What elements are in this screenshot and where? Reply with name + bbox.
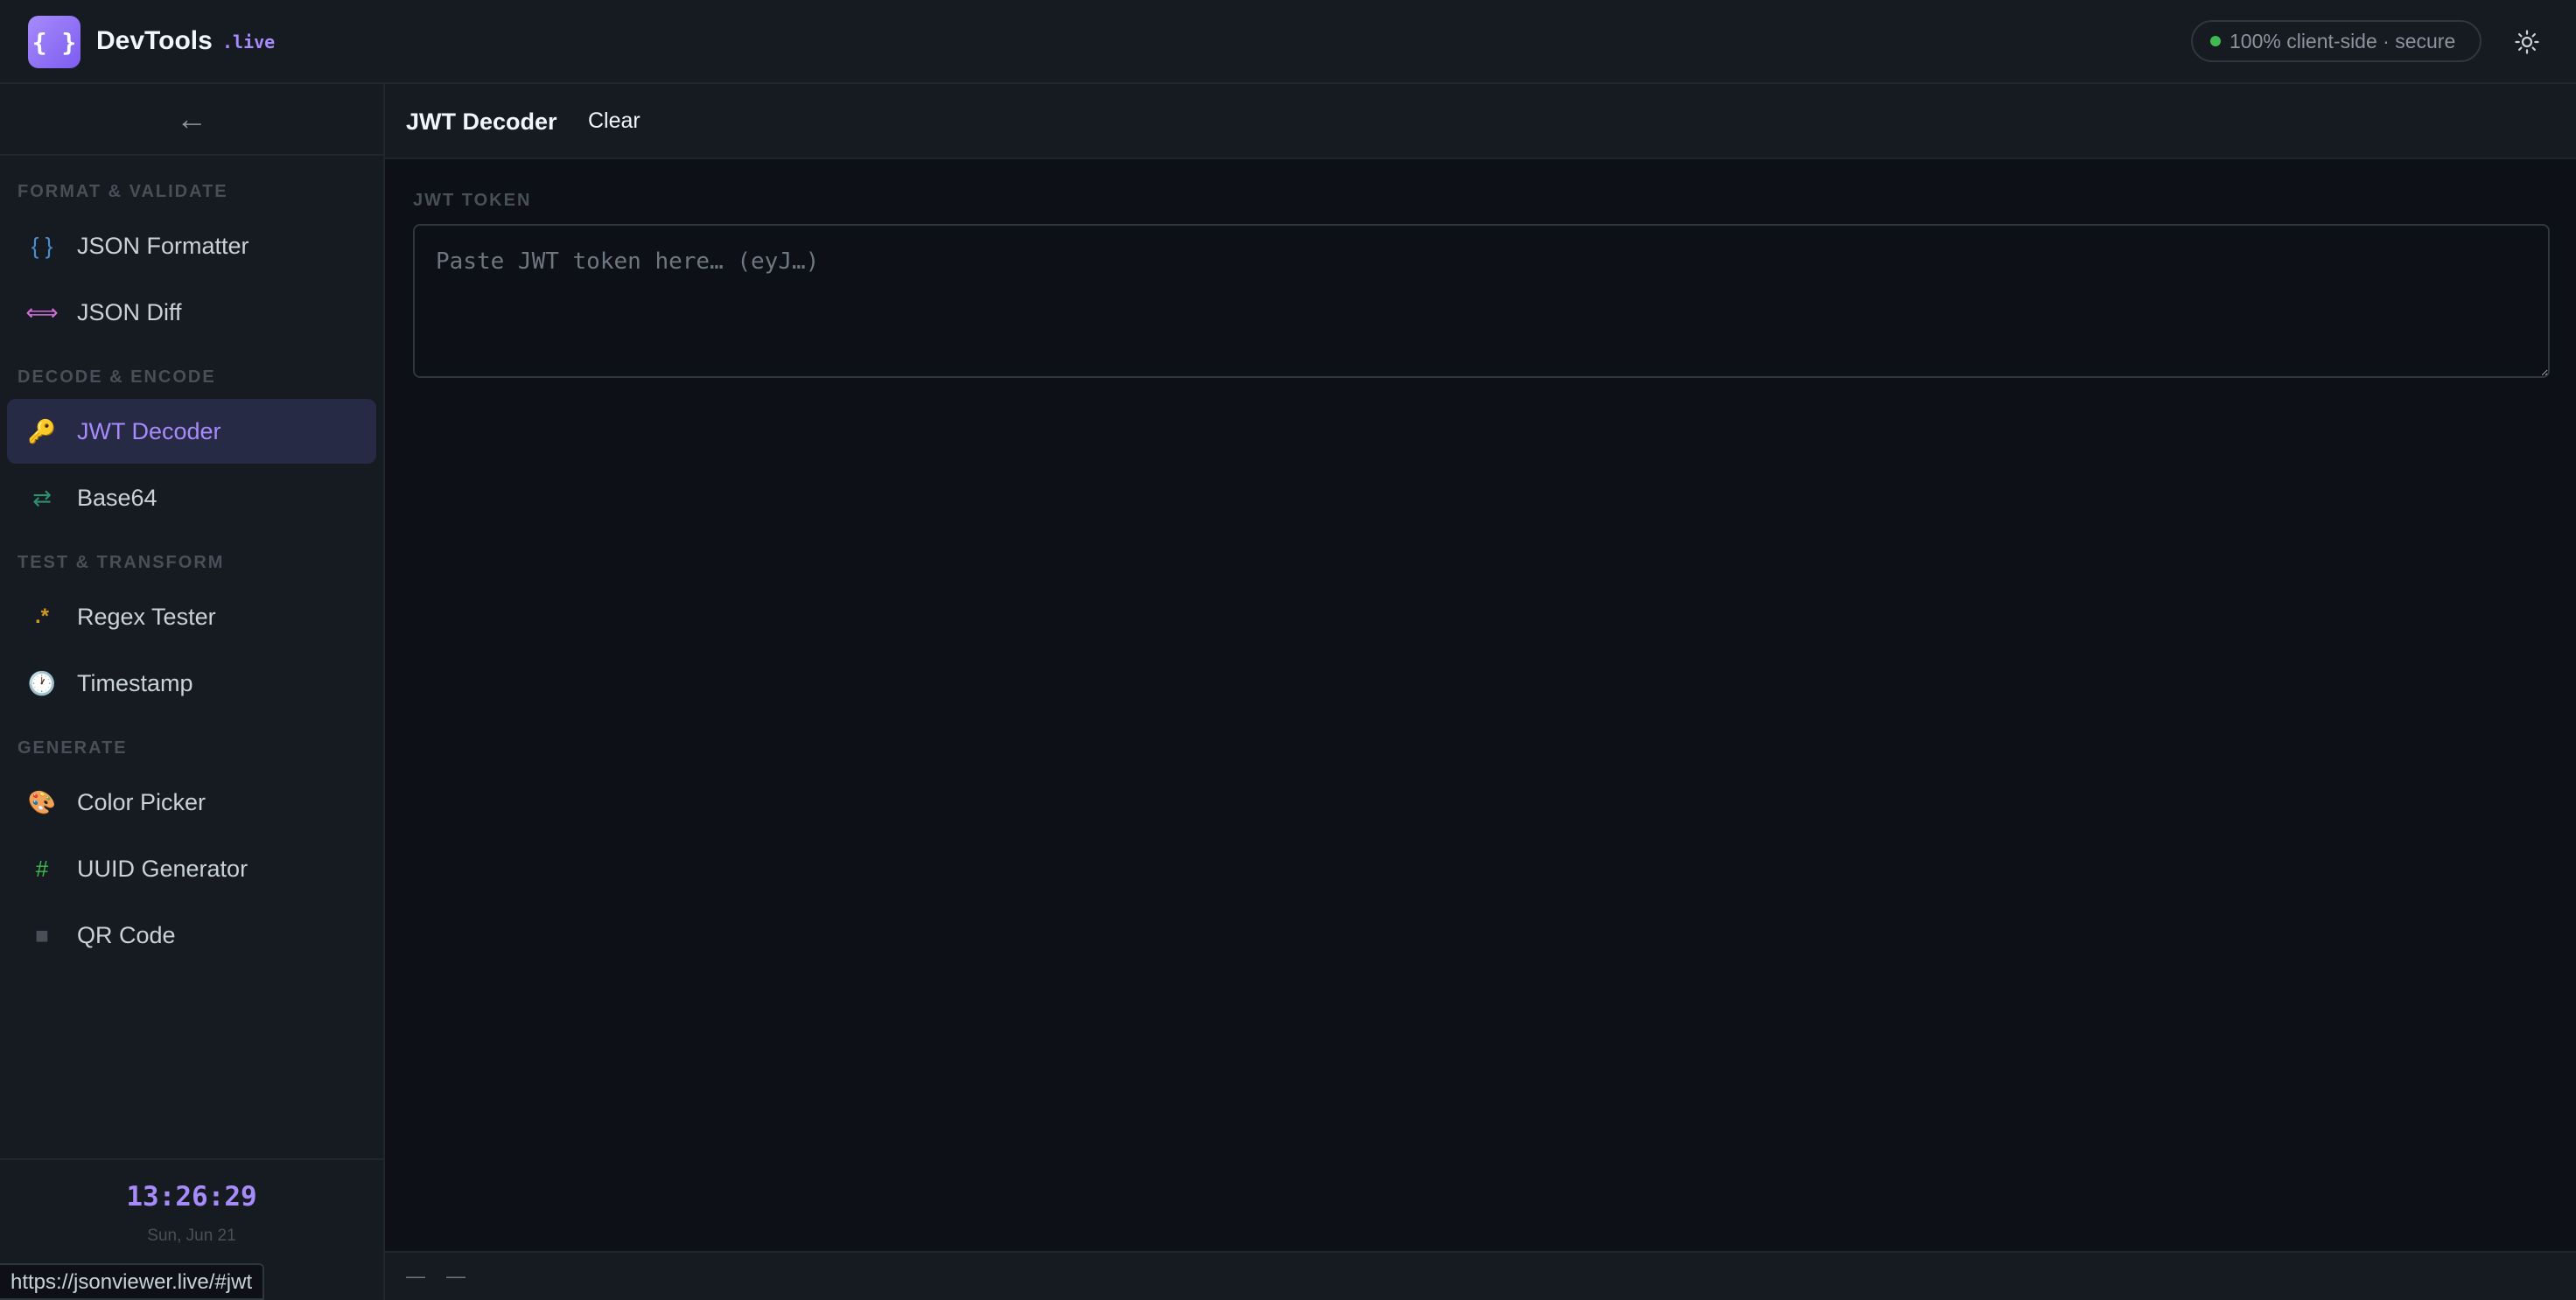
collapse-sidebar-button[interactable]: ← — [0, 84, 383, 156]
sidebar-item-uuid-generator[interactable]: # UUID Generator — [7, 836, 376, 901]
sidebar-item-qr-code[interactable]: ■ QR Code — [7, 903, 376, 968]
braces-icon: { } — [31, 232, 53, 259]
regex-icon: .* — [34, 605, 49, 628]
sidebar-item-label: JWT Decoder — [77, 417, 221, 444]
section-label-decode: DECODE & ENCODE — [18, 367, 216, 387]
status-bar: — — — [385, 1251, 2576, 1300]
section-label-test: TEST & TRANSFORM — [18, 553, 225, 572]
logo-braces-icon[interactable]: { } — [28, 16, 80, 68]
key-icon: 🔑 — [27, 417, 57, 444]
jwt-token-label: JWT TOKEN — [413, 191, 532, 210]
clear-button[interactable]: Clear — [588, 108, 640, 134]
link-url-tooltip: https://jsonviewer.live/#jwt — [0, 1263, 265, 1300]
arrow-left-icon: ← — [176, 101, 207, 136]
sidebar: ← FORMAT & VALIDATE { } JSON Formatter ⟺… — [0, 84, 385, 1300]
brand-name[interactable]: DevTools — [96, 26, 213, 56]
qr-square-icon: ■ — [35, 921, 49, 948]
sidebar-item-label: QR Code — [77, 921, 176, 948]
top-header: { } DevTools .live 100% client-side · se… — [0, 0, 2576, 84]
sidebar-item-base64[interactable]: ⇄ Base64 — [7, 465, 376, 530]
hash-icon: # — [35, 855, 49, 882]
secure-badge: 100% client-side · secure — [2191, 20, 2482, 62]
palette-icon: 🎨 — [27, 788, 57, 815]
sidebar-item-label: UUID Generator — [77, 855, 248, 882]
section-label-generate: GENERATE — [18, 738, 128, 758]
status-left: — — [406, 1265, 425, 1287]
secure-badge-label: 100% client-side · secure — [2230, 29, 2456, 52]
app-window: { } DevTools .live 100% client-side · se… — [0, 0, 2576, 1300]
brand-suffix: .live — [222, 31, 276, 52]
sidebar-item-label: Color Picker — [77, 788, 206, 815]
sidebar-item-label: Regex Tester — [77, 603, 216, 630]
sidebar-item-label: Timestamp — [77, 669, 193, 696]
swap-arrows-icon: ⇄ — [32, 484, 52, 511]
clock-icon: 🕐 — [27, 669, 57, 696]
sidebar-item-json-formatter[interactable]: { } JSON Formatter — [7, 213, 376, 278]
diff-arrows-icon: ⟺ — [25, 298, 59, 325]
clock-date: Sun, Jun 21 — [147, 1227, 236, 1245]
page-title: JWT Decoder — [406, 108, 557, 135]
section-label-format: FORMAT & VALIDATE — [18, 182, 228, 201]
sidebar-item-color-picker[interactable]: 🎨 Color Picker — [7, 770, 376, 835]
jwt-token-input[interactable] — [413, 224, 2550, 378]
sidebar-item-json-diff[interactable]: ⟺ JSON Diff — [7, 280, 376, 345]
sidebar-item-jwt-decoder[interactable]: 🔑 JWT Decoder — [7, 399, 376, 464]
status-dot-icon — [2210, 36, 2221, 46]
sidebar-item-label: JSON Formatter — [77, 232, 249, 259]
tool-toolbar: JWT Decoder Clear — [385, 84, 2576, 159]
clock-time: 13:26:29 — [126, 1181, 257, 1213]
sidebar-item-label: Base64 — [77, 484, 158, 511]
sidebar-item-label: JSON Diff — [77, 298, 182, 325]
sun-icon — [2515, 30, 2539, 54]
status-right: — — [446, 1265, 466, 1287]
sidebar-item-regex-tester[interactable]: .* Regex Tester — [7, 584, 376, 649]
theme-toggle-button[interactable] — [2510, 24, 2544, 59]
sidebar-item-timestamp[interactable]: 🕐 Timestamp — [7, 651, 376, 716]
